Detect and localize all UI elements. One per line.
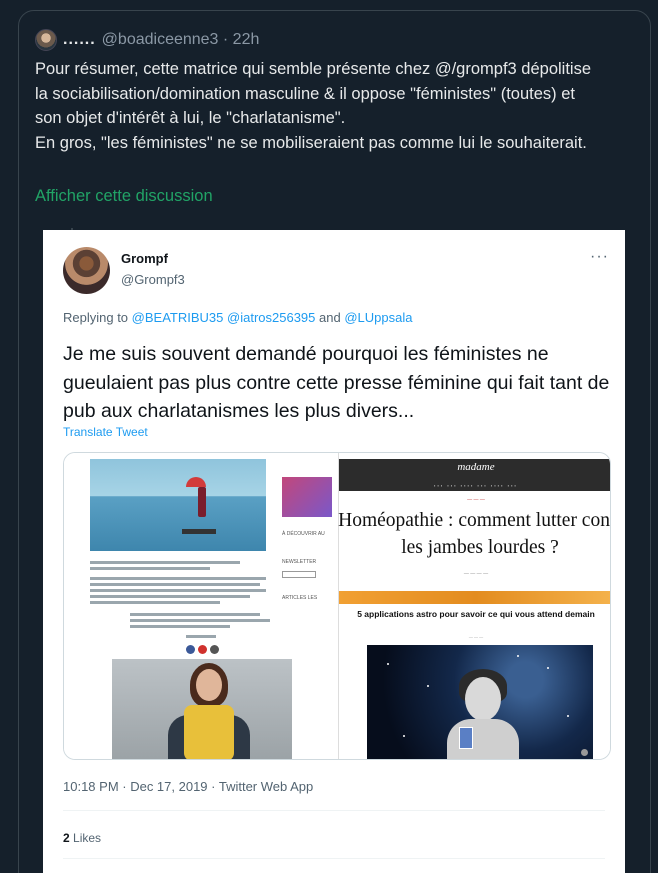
facebook-icon [186,645,195,654]
share-icon [210,645,219,654]
likes-number: 2 [63,831,70,845]
mention-1: @BEATRIBU35 [131,310,224,325]
embedded-timestamp: 10:18 PM · Dec 17, 2019 · Twitter Web Ap… [63,779,314,794]
divider [63,810,605,811]
magazine-breadcrumb: — — — [467,497,485,503]
newsletter-input [282,571,316,578]
show-thread-link[interactable]: Afficher cette discussion [35,187,213,206]
portrait-scarf [184,705,234,759]
embedded-handle: @Grompf3 [121,272,185,287]
mention-3: @LUppsala [344,310,413,325]
media-indicator-icon [581,749,588,756]
star [567,715,569,717]
tarot-card [459,727,473,749]
sidebar-label-2: NEWSLETTER [282,559,317,565]
translate-link: Translate Tweet [63,425,148,439]
separator-dot: · [218,31,233,48]
media-image: À DÉCOUVRIR AU NEWSLETTER ARTICLES LES m… [63,452,611,760]
replying-prefix: Replying to [63,310,129,325]
astro-face [465,677,501,721]
portrait-photo [112,659,292,759]
magazine-logo: madame [457,461,495,473]
lake-photo [90,459,266,551]
likes-label: Likes [73,831,102,845]
magazine-subheadline: 5 applications astro pour savoir ce qui … [357,609,595,619]
portrait-face [196,669,222,701]
magazine-headline-line-1: Homéopathie : comment lutter contr [338,510,611,531]
star [387,663,389,665]
star [517,655,519,657]
astro-body [447,719,519,759]
embedded-display-name: Grompf [121,251,168,266]
woman-figure [198,487,206,517]
likes-count: 2 Likes [63,831,101,845]
divider [63,858,605,859]
sidebar-label-1: À DÉCOUVRIR AU [282,531,325,537]
pinterest-icon [198,645,207,654]
star [547,667,549,669]
replying-to: Replying to @BEATRIBU35 @iatros256395 an… [63,310,412,325]
astro-image [367,645,593,759]
star [427,685,429,687]
magazine-date: — — — — [463,571,489,577]
magazine-headline: Homéopathie : comment lutter contr les j… [335,507,611,561]
embedded-avatar [63,247,110,294]
mention-2: @iatros256395 [227,310,316,325]
tweet-text: Pour résumer, cette matrice qui semble p… [35,60,592,152]
magazine-submeta: — — — [468,634,484,639]
orange-banner [339,591,610,604]
article-screenshot-left: À DÉCOUVRIR AU NEWSLETTER ARTICLES LES [64,453,338,759]
article-screenshot-right: madame ▪▪▪ ▪▪▪ ▪▪▪▪ ▪▪▪ ▪▪▪▪ ▪▪▪ — — — H… [335,453,611,759]
display-name[interactable]: ...... [63,31,96,49]
sidebar-thumbnail [282,477,332,517]
sidebar-label-3: ARTICLES LES [282,595,318,601]
handle[interactable]: @boadiceenne3 [102,31,219,49]
more-icon: ··· [590,248,609,265]
avatar[interactable] [35,29,57,51]
tweet-time[interactable]: 22h [233,31,260,49]
bench [182,529,216,534]
and-word: and [319,310,341,325]
embedded-tweet-screenshot[interactable]: Grompf @Grompf3 ··· Replying to @BEATRIB… [43,230,625,873]
umbrella [186,477,206,487]
magazine-nav: ▪▪▪ ▪▪▪ ▪▪▪▪ ▪▪▪ ▪▪▪▪ ▪▪▪ [434,483,518,488]
tweet-header: ...... @boadiceenne3 · 22h [35,29,259,51]
magazine-headline-line-2: les jambes lourdes ? [401,537,559,558]
star [403,735,405,737]
embedded-tweet-text: Je me suis souvent demandé pourquoi les … [63,343,610,422]
